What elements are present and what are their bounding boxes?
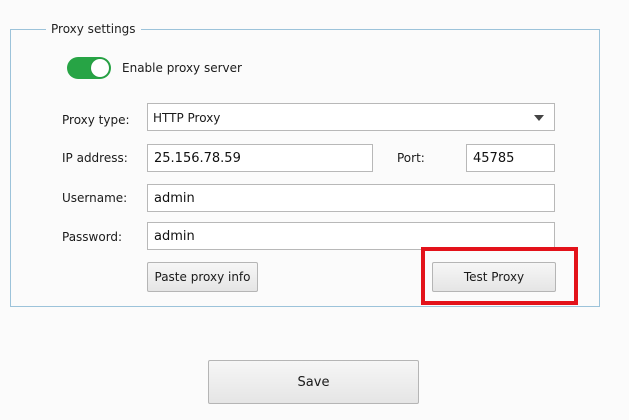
username-field[interactable] — [147, 184, 555, 212]
proxy-type-label: Proxy type: — [62, 113, 130, 127]
toggle-knob — [91, 59, 109, 77]
port-field[interactable] — [466, 144, 555, 172]
enable-proxy-toggle[interactable] — [67, 57, 111, 79]
proxy-settings-panel: Proxy settings Enable proxy server Proxy… — [0, 0, 629, 420]
ip-address-label: IP address: — [62, 151, 128, 165]
save-button[interactable]: Save — [208, 360, 419, 404]
ip-address-field[interactable] — [147, 144, 373, 172]
test-proxy-highlight-box — [421, 247, 578, 305]
proxy-type-value: HTTP Proxy — [153, 111, 221, 125]
password-field[interactable] — [147, 222, 555, 250]
group-title: Proxy settings — [46, 21, 141, 37]
proxy-type-select[interactable]: HTTP Proxy — [147, 103, 555, 131]
port-label: Port: — [397, 151, 425, 165]
paste-proxy-info-button[interactable]: Paste proxy info — [147, 262, 258, 292]
password-label: Password: — [62, 230, 123, 244]
enable-proxy-label: Enable proxy server — [122, 61, 242, 75]
chevron-down-icon — [534, 115, 544, 121]
username-label: Username: — [62, 191, 128, 205]
